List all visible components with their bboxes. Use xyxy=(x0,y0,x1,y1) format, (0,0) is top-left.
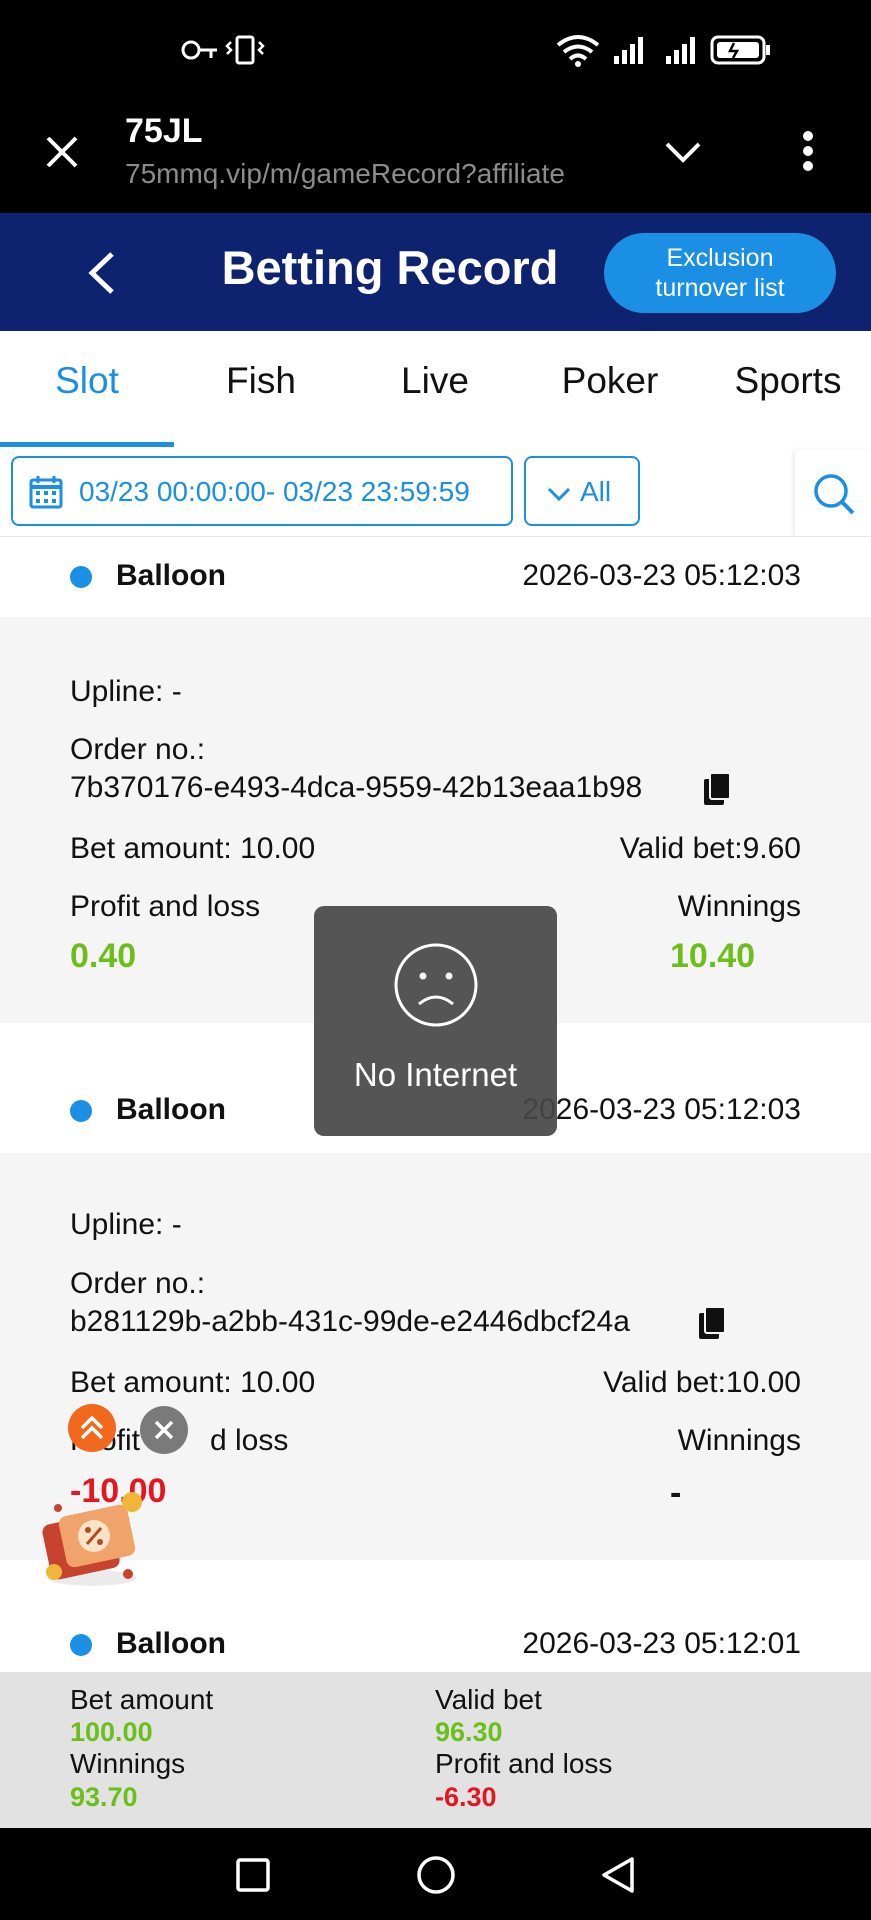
upline-label: Upline: - xyxy=(70,1208,182,1241)
back-arrow-icon[interactable] xyxy=(84,250,118,296)
active-tab-indicator xyxy=(0,442,174,447)
browser-url[interactable]: 75mmq.vip/m/gameRecord?affiliate xyxy=(125,158,625,190)
winnings-label: Winnings xyxy=(677,890,801,923)
sad-face-icon xyxy=(394,943,478,1027)
date-range-value: 03/23 00:00:00- 03/23 23:59:59 xyxy=(79,476,470,507)
carrier-tm: TM xyxy=(30,28,62,53)
copy-icon[interactable] xyxy=(700,771,732,807)
summary-bet-amount-label: Bet amount xyxy=(70,1684,214,1715)
key-icon xyxy=(181,40,217,60)
valid-bet: Valid bet:10.00 xyxy=(603,1366,801,1399)
home-icon[interactable] xyxy=(415,1854,457,1896)
order-id: 7b370176-e493-4dca-9559-42b13eaa1b98 xyxy=(70,771,643,804)
bet-amount: Bet amount: 10.00 xyxy=(70,832,316,865)
more-menu-icon[interactable] xyxy=(798,128,818,174)
valid-bet: Valid bet:9.60 xyxy=(619,832,801,865)
winnings-value: - xyxy=(670,1474,682,1512)
winnings-value: 10.40 xyxy=(670,937,756,975)
summary-winnings-label: Winnings xyxy=(70,1748,186,1779)
signal-1-icon xyxy=(614,37,643,64)
summary-valid-bet-value: 96.30 xyxy=(435,1717,503,1747)
record-time: 2026-03-23 05:12:03 xyxy=(522,559,801,592)
summary-profit-loss-label: Profit and loss xyxy=(435,1748,613,1779)
close-promo-button[interactable] xyxy=(140,1406,188,1454)
no-internet-toast: No Internet xyxy=(314,906,557,1136)
chevron-down-icon xyxy=(547,487,571,502)
tab-poker[interactable]: Poker xyxy=(525,360,695,402)
toast-message: No Internet xyxy=(353,1056,518,1093)
tab-slot[interactable]: Slot xyxy=(2,360,172,402)
status-time: 5:17 xyxy=(103,30,172,68)
vibrate-icon xyxy=(225,35,265,65)
browser-site-title: 75JL xyxy=(125,112,203,150)
summary-profit-loss-value: -6.30 xyxy=(435,1782,497,1812)
upline-label: Upline: - xyxy=(70,675,182,708)
category-dropdown[interactable]: All xyxy=(524,456,640,526)
battery-icon xyxy=(710,35,770,65)
back-icon[interactable] xyxy=(598,1855,638,1895)
exclusion-turnover-button[interactable]: Exclusion turnover list xyxy=(604,233,836,313)
record-game-name: Balloon xyxy=(116,1093,226,1126)
bet-amount: Bet amount: 10.00 xyxy=(70,1366,316,1399)
double-chevron-up-icon xyxy=(80,1415,104,1440)
profit-loss-label-partial-2: d loss xyxy=(210,1424,289,1457)
net-speed: 145 K/s xyxy=(515,33,542,67)
summary-winnings-value: 93.70 xyxy=(70,1782,138,1812)
tab-live[interactable]: Live xyxy=(350,360,520,402)
summary-valid-bet-label: Valid bet xyxy=(435,1684,542,1715)
close-icon xyxy=(154,1420,174,1440)
signal-2-icon xyxy=(666,37,695,64)
search-button[interactable] xyxy=(795,450,871,536)
tab-fish[interactable]: Fish xyxy=(176,360,346,402)
record-game-name: Balloon xyxy=(116,1627,226,1660)
promo-gift-icon[interactable] xyxy=(32,1480,158,1592)
chevron-down-icon[interactable] xyxy=(664,140,702,164)
calendar-icon xyxy=(29,476,63,509)
category-value: All xyxy=(580,476,612,507)
date-range-filter[interactable]: 03/23 00:00:00- 03/23 23:59:59 xyxy=(11,456,513,526)
profit-loss-label: Profit and loss xyxy=(70,890,261,923)
winnings-label: Winnings xyxy=(677,1424,801,1457)
tab-sports[interactable]: Sports xyxy=(703,360,871,402)
summary-bet-amount-value: 100.00 xyxy=(70,1717,153,1747)
record-dot xyxy=(70,1634,92,1656)
search-icon xyxy=(814,474,855,515)
order-no-label: Order no.: xyxy=(70,1267,206,1300)
record-dot xyxy=(70,566,92,588)
copy-icon[interactable] xyxy=(695,1305,727,1341)
order-no-label: Order no.: xyxy=(70,733,206,766)
battery-percent: 96% xyxy=(775,32,840,68)
page-title: Betting Record xyxy=(221,241,559,294)
wifi-icon xyxy=(556,35,600,67)
record-game-name: Balloon xyxy=(116,559,226,592)
profit-loss-value: 0.40 xyxy=(70,937,137,975)
recent-apps-icon[interactable] xyxy=(235,1857,271,1893)
record-time: 2026-03-23 05:12:01 xyxy=(522,1627,801,1660)
carrier-smart: SMART xyxy=(30,52,98,73)
scroll-to-top-button[interactable] xyxy=(68,1404,116,1452)
close-icon[interactable] xyxy=(44,134,80,170)
record-dot xyxy=(70,1100,92,1122)
order-id: b281129b-a2bb-431c-99de-e2446dbcf24a xyxy=(70,1305,630,1338)
